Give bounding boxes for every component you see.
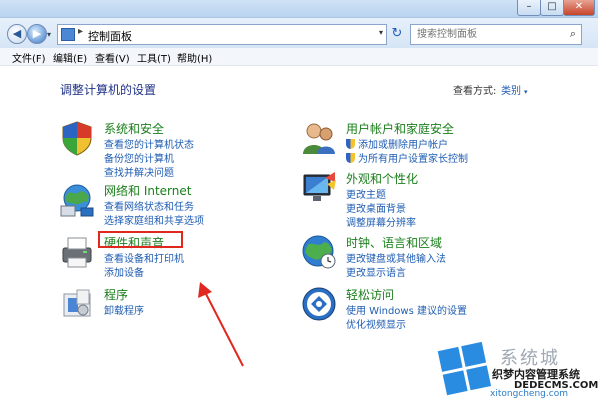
search-input[interactable] <box>417 27 557 41</box>
menu-bar: 文件(F) 编辑(E) 查看(V) 工具(T) 帮助(H) <box>0 48 598 66</box>
title-bar: – □ ✕ <box>0 0 598 18</box>
control-panel-window: – □ ✕ ◀ ▶ ▾ ▸ 控制面板 ▾ ↻ ⌕ 文件(F) 编辑(E) 查看(… <box>0 0 598 400</box>
forward-button[interactable]: ▶ <box>27 24 47 44</box>
control-panel-icon <box>61 28 75 41</box>
menu-help[interactable]: 帮助(H) <box>177 50 212 65</box>
chevron-down-icon[interactable]: ▾ <box>379 28 383 37</box>
watermark: 系统城 织梦内容管理系统 DEDECMS.COM xitongcheng.com <box>437 340 598 400</box>
close-button[interactable]: ✕ <box>563 0 595 16</box>
menu-edit[interactable]: 编辑(E) <box>53 50 87 65</box>
breadcrumb-item-control-panel[interactable]: 控制面板 <box>88 28 132 44</box>
refresh-button[interactable]: ↻ <box>388 26 406 42</box>
search-icon[interactable]: ⌕ <box>570 27 576 41</box>
back-button[interactable]: ◀ <box>7 24 27 44</box>
minimize-button[interactable]: – <box>517 0 541 16</box>
menu-tools[interactable]: 工具(T) <box>137 50 171 65</box>
watermark-url: xitongcheng.com <box>490 389 568 399</box>
menu-file[interactable]: 文件(F) <box>12 50 46 65</box>
search-box[interactable]: ⌕ <box>410 24 582 45</box>
recent-pages-dropdown[interactable]: ▾ <box>47 30 51 39</box>
address-bar: ◀ ▶ ▾ ▸ 控制面板 ▾ ↻ ⌕ <box>0 18 598 48</box>
breadcrumb[interactable]: ▸ 控制面板 ▾ <box>57 24 387 45</box>
menu-view[interactable]: 查看(V) <box>95 50 130 65</box>
windows-logo-icon <box>437 341 493 397</box>
maximize-button[interactable]: □ <box>540 0 564 16</box>
chevron-right-icon[interactable]: ▸ <box>78 26 83 37</box>
